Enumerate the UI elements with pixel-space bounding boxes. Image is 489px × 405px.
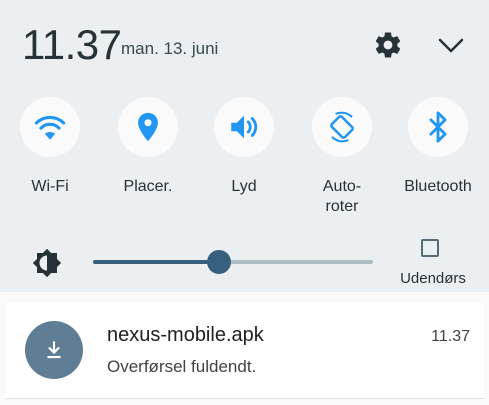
- quick-settings-panel: 11.37 man. 13. juni Wi-Fi Placer. Lyd Au…: [0, 0, 489, 292]
- sound-toggle[interactable]: [214, 97, 274, 157]
- location-icon: [138, 112, 158, 142]
- notification-time: 11.37: [431, 328, 470, 345]
- clock-date: man. 13. juni: [121, 39, 219, 58]
- outdoor-label: Udendørs: [400, 270, 466, 287]
- wifi-icon: [34, 115, 66, 140]
- sound-label: Lyd: [231, 178, 257, 195]
- location-toggle[interactable]: [118, 97, 178, 157]
- brightness-slider-fill: [93, 260, 219, 264]
- auto-rotate-label: Auto- roter: [322, 178, 362, 215]
- chevron-down-icon[interactable]: [436, 36, 466, 56]
- volume-icon: [231, 115, 258, 139]
- wifi-toggle[interactable]: [20, 97, 80, 157]
- auto-rotate-icon: [330, 111, 354, 143]
- notification-title: nexus-mobile.apk: [107, 324, 264, 346]
- location-label: Placer.: [123, 178, 173, 195]
- divider: [0, 292, 489, 303]
- notification-subtitle: Overførsel fuldendt.: [107, 357, 257, 376]
- bluetooth-label: Bluetooth: [404, 178, 472, 195]
- auto-rotate-toggle[interactable]: [312, 97, 372, 157]
- brightness-slider-thumb[interactable]: [207, 250, 231, 274]
- clock-time: 11.37: [22, 21, 122, 68]
- wifi-label: Wi-Fi: [31, 178, 69, 195]
- download-notification[interactable]: nexus-mobile.apk 11.37 Overførsel fulden…: [6, 303, 484, 399]
- download-icon: [25, 321, 83, 379]
- bluetooth-toggle[interactable]: [408, 97, 468, 157]
- brightness-slider[interactable]: [93, 250, 373, 274]
- brightness-icon: [32, 248, 62, 278]
- gear-icon[interactable]: [373, 30, 403, 60]
- outdoor-checkbox[interactable]: [421, 239, 439, 257]
- bluetooth-icon: [429, 111, 447, 143]
